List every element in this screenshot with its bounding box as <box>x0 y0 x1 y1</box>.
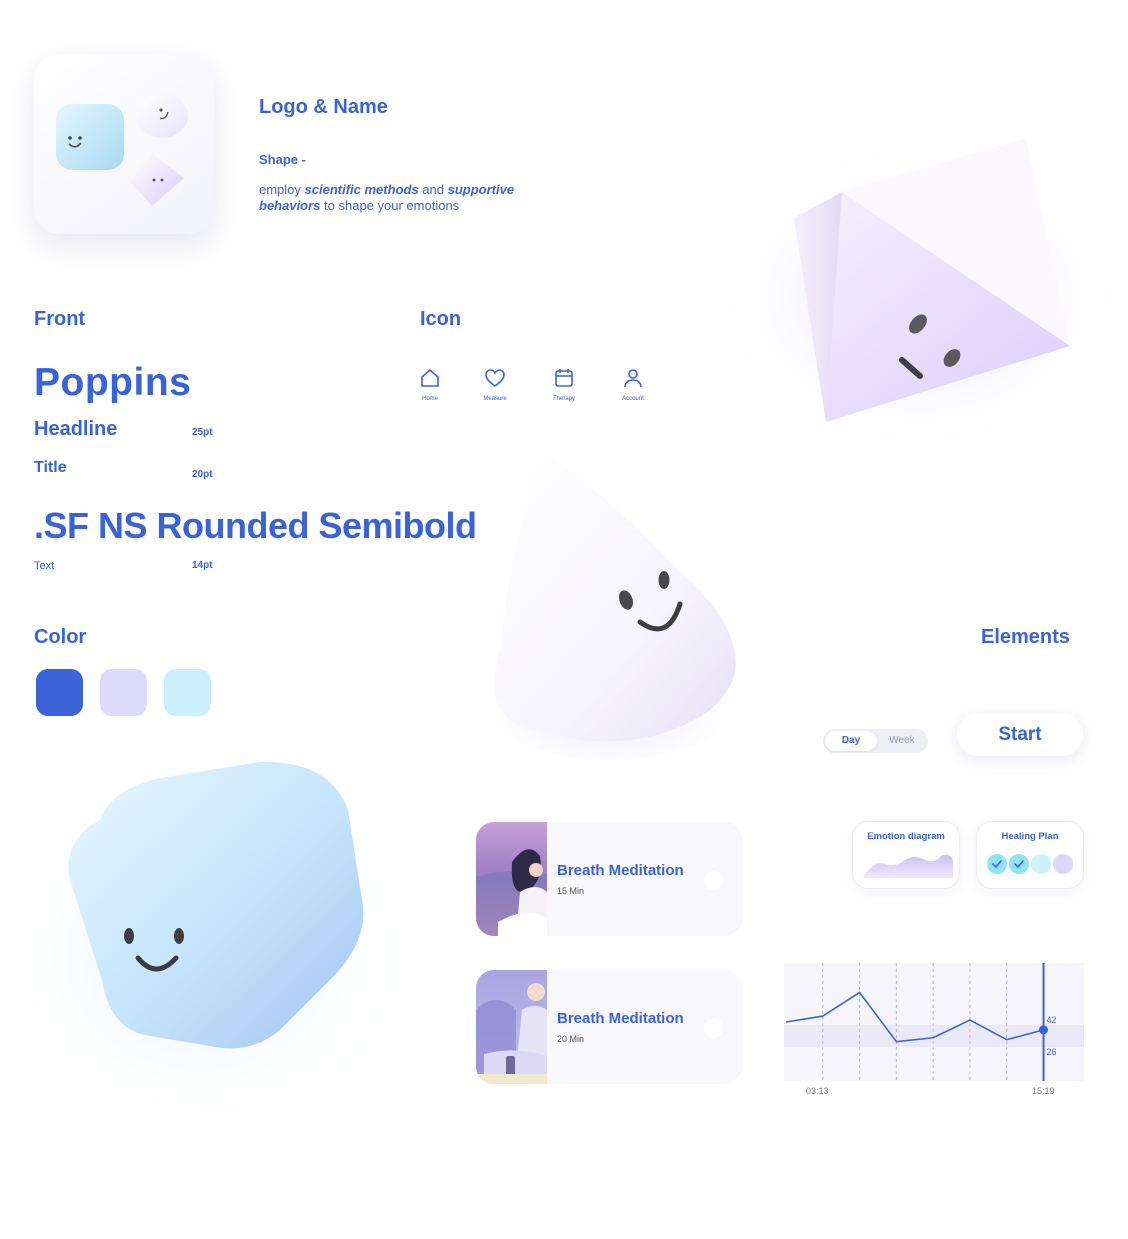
day-week-toggle: Day Week <box>823 729 928 753</box>
app-logo <box>34 54 214 234</box>
calendar-icon <box>555 369 573 387</box>
title-size: 20pt <box>192 469 213 480</box>
desc-text: employ <box>259 182 305 197</box>
meditation-title: Breath Meditation <box>557 862 684 879</box>
check-icon <box>1014 860 1024 869</box>
headline-size: 25pt <box>192 427 213 438</box>
toggle-week[interactable]: Week <box>877 731 927 751</box>
healing-progress <box>987 854 1077 876</box>
font-sf-rounded-sample: .SF NS Rounded Semibold <box>34 505 477 546</box>
color-swatch-cyan <box>164 669 211 716</box>
logo-shape-subtitle: Shape - <box>259 152 306 167</box>
pyramid-mascot-illustration <box>710 120 1110 440</box>
meditation-card[interactable]: Breath Meditation 15 Min <box>476 822 742 936</box>
logo-section-title: Logo & Name <box>259 96 388 118</box>
nav-measure-label: Measure <box>483 396 507 402</box>
font-section-title: Front <box>34 308 86 330</box>
heart-icon <box>485 369 505 387</box>
color-section-title: Color <box>34 626 87 648</box>
emotion-area-sparkline <box>863 854 953 878</box>
text-label: Text <box>34 560 55 572</box>
emotion-diagram-label: Emotion diagram <box>867 831 945 842</box>
chart-x-tick-label: 15:19 <box>1032 1086 1055 1096</box>
meditation-thumbnail-sunset <box>476 822 547 936</box>
home-icon <box>421 369 439 387</box>
emotion-diagram-card[interactable]: Emotion diagram <box>852 821 960 889</box>
logo-description: employ scientific methods and supportive… <box>259 182 529 214</box>
play-button[interactable] <box>704 871 723 890</box>
healing-step-pending <box>1053 854 1073 874</box>
meditation-title: Breath Meditation <box>557 1010 684 1027</box>
desc-text: and <box>418 182 448 197</box>
desc-text: to shape your emotions <box>320 198 460 213</box>
nav-account[interactable]: Account <box>608 367 658 402</box>
chart-x-tick-label: 03:13 <box>806 1086 829 1096</box>
headline-label: Headline <box>34 418 118 440</box>
nav-home-label: Home <box>421 396 438 402</box>
icon-section-title: Icon <box>420 308 462 330</box>
meditation-thumbnail-lavender <box>476 970 547 1084</box>
color-swatch-primary <box>36 669 83 716</box>
toggle-day[interactable]: Day <box>825 731 877 751</box>
nav-home[interactable]: Home <box>405 367 455 402</box>
title-label: Title <box>34 459 67 476</box>
user-icon <box>624 369 642 388</box>
logo-mascots-illustration <box>56 94 188 206</box>
chart-data-label: 42 <box>1047 1015 1057 1025</box>
healing-plan-label: Healing Plan <box>1001 831 1059 842</box>
check-icon <box>992 860 1002 869</box>
line-chart-svg: 42 26 <box>784 963 1084 1081</box>
healing-step-done <box>1009 854 1029 874</box>
nav-measure[interactable]: Measure <box>470 367 520 402</box>
healing-plan-card[interactable]: Healing Plan <box>976 821 1084 889</box>
emotion-line-chart: 42 26 <box>784 963 1084 1081</box>
healing-step-pending <box>1031 854 1051 874</box>
meditation-duration: 15 Min <box>557 886 585 896</box>
chart-highlight-band <box>784 1025 1084 1047</box>
text-size: 14pt <box>192 560 213 571</box>
chart-point[interactable] <box>1039 1025 1049 1035</box>
cone-mascot-illustration <box>460 450 760 760</box>
cube-mascot-illustration <box>30 761 420 1110</box>
color-swatch-lavender <box>100 669 147 716</box>
meditation-duration: 20 Min <box>557 1034 585 1044</box>
desc-emphasis: scientific methods <box>304 182 419 197</box>
nav-therapy-label: Therapy <box>552 396 575 402</box>
play-button[interactable] <box>704 1019 723 1038</box>
nav-account-label: Account <box>622 396 644 402</box>
chart-x-axis: 03:13 15:19 <box>784 1086 1084 1100</box>
meditation-card[interactable]: Breath Meditation 20 Min <box>476 970 742 1084</box>
chart-data-label: 26 <box>1047 1047 1057 1057</box>
elements-section-title: Elements <box>981 626 1070 648</box>
nav-therapy[interactable]: Therapy <box>539 367 589 402</box>
start-button[interactable]: Start <box>957 713 1083 756</box>
healing-step-done <box>987 854 1007 874</box>
font-poppins-sample: Poppins <box>34 361 192 404</box>
